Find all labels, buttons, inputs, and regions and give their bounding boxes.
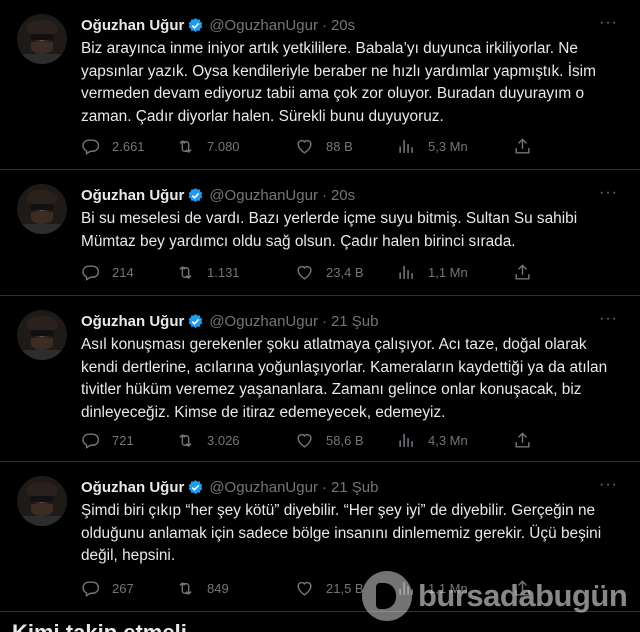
author-handle[interactable]: @OguzhanUgur [209, 313, 318, 330]
author-name[interactable]: Oğuzhan Uğur [81, 187, 184, 204]
retweet-icon [179, 433, 192, 447]
watermark-logo-icon [362, 571, 412, 621]
share-icon [515, 137, 530, 154]
views-icon [399, 139, 413, 153]
tweet[interactable]: Oğuzhan Uğur @OguzhanUgur · 20s ··· Bi s… [0, 170, 640, 296]
reply-count: 267 [112, 580, 134, 596]
views-button[interactable]: 1,1 Mn [397, 261, 468, 283]
watermark: bursadabugün [362, 566, 628, 626]
tweet-actions: 214 1.131 23,4 B 1,1 Mn [81, 261, 541, 283]
tweet-actions: 721 3.026 58,6 B 4,3 Mn [81, 429, 541, 451]
views-icon [399, 265, 413, 279]
who-to-follow-heading: Kimi takip etmeli [12, 620, 187, 632]
author-name[interactable]: Oğuzhan Uğur [81, 479, 184, 496]
like-count: 58,6 B [326, 432, 364, 448]
author-name[interactable]: Oğuzhan Uğur [81, 17, 184, 34]
retweet-icon [179, 265, 192, 279]
retweet-button[interactable]: 3.026 [176, 429, 240, 451]
reply-icon [82, 264, 100, 281]
views-button[interactable]: 5,3 Mn [397, 135, 468, 157]
view-count: 4,3 Mn [428, 432, 468, 448]
like-button[interactable]: 58,6 B [295, 429, 364, 451]
retweet-button[interactable]: 1.131 [176, 261, 240, 283]
author-handle[interactable]: @OguzhanUgur [209, 479, 318, 496]
like-button[interactable]: 23,4 B [295, 261, 364, 283]
verified-badge-icon [189, 479, 203, 494]
verified-badge-icon [189, 313, 203, 328]
reply-icon [82, 432, 100, 449]
like-count: 21,5 B [326, 580, 364, 596]
reply-button[interactable]: 214 [81, 261, 134, 283]
retweet-button[interactable]: 7.080 [176, 135, 240, 157]
like-icon [297, 139, 312, 154]
share-button[interactable] [513, 261, 532, 283]
like-icon [297, 581, 312, 596]
avatar[interactable] [17, 310, 67, 360]
retweet-count: 849 [207, 580, 229, 596]
tweet-text: Şimdi biri çıkıp “her şey kötü” diyebili… [81, 502, 602, 565]
view-count: 5,3 Mn [428, 138, 468, 154]
watermark-text: bursadabugün [418, 578, 628, 613]
retweet-button[interactable]: 849 [176, 577, 229, 599]
avatar[interactable] [17, 14, 67, 64]
like-count: 23,4 B [326, 264, 364, 280]
like-count: 88 B [326, 138, 353, 154]
share-button[interactable] [513, 429, 532, 451]
reply-icon [82, 138, 100, 155]
tweet-header: Oğuzhan Uğur @OguzhanUgur · 21 Şub [81, 311, 379, 331]
verified-badge-icon [189, 187, 203, 202]
more-icon[interactable]: ··· [599, 14, 618, 32]
reply-count: 721 [112, 432, 134, 448]
retweet-count: 1.131 [207, 264, 240, 280]
tweet-header: Oğuzhan Uğur @OguzhanUgur · 20s [81, 15, 355, 35]
timestamp[interactable]: 20s [331, 17, 355, 34]
reply-count: 214 [112, 264, 134, 280]
tweet[interactable]: Oğuzhan Uğur @OguzhanUgur · 21 Şub ··· A… [0, 296, 640, 462]
separator: · [321, 16, 327, 34]
author-handle[interactable]: @OguzhanUgur [209, 17, 318, 34]
tweet-text: Asıl konuşması gerekenler şoku atlatmaya… [81, 336, 608, 421]
avatar[interactable] [17, 476, 67, 526]
view-count: 1,1 Mn [428, 264, 468, 280]
retweet-icon [179, 139, 192, 153]
reply-icon [82, 580, 100, 597]
timestamp[interactable]: 20s [331, 187, 355, 204]
reply-count: 2.661 [112, 138, 145, 154]
retweet-count: 7.080 [207, 138, 240, 154]
separator: · [321, 186, 327, 204]
reply-button[interactable]: 267 [81, 577, 134, 599]
like-button[interactable]: 21,5 B [295, 577, 364, 599]
like-icon [297, 265, 312, 280]
views-button[interactable]: 4,3 Mn [397, 429, 468, 451]
tweet[interactable]: Oğuzhan Uğur @OguzhanUgur · 20s ··· Biz … [0, 0, 640, 170]
share-icon [515, 431, 530, 448]
tweet-header: Oğuzhan Uğur @OguzhanUgur · 21 Şub [81, 477, 379, 497]
timestamp[interactable]: 21 Şub [331, 313, 379, 330]
tweet-text: Bi su meselesi de vardı. Bazı yerlerde i… [81, 210, 578, 250]
avatar[interactable] [17, 184, 67, 234]
more-icon[interactable]: ··· [599, 310, 618, 328]
timestamp[interactable]: 21 Şub [331, 479, 379, 496]
retweet-icon [179, 581, 192, 595]
retweet-count: 3.026 [207, 432, 240, 448]
verified-badge-icon [189, 17, 203, 32]
more-icon[interactable]: ··· [599, 184, 618, 202]
author-handle[interactable]: @OguzhanUgur [209, 187, 318, 204]
views-icon [399, 433, 413, 447]
separator: · [321, 312, 327, 330]
more-icon[interactable]: ··· [599, 476, 618, 494]
reply-button[interactable]: 2.661 [81, 135, 145, 157]
like-icon [297, 433, 312, 448]
share-button[interactable] [513, 135, 532, 157]
separator: · [321, 478, 327, 496]
tweet-actions: 2.661 7.080 88 B 5,3 Mn [81, 135, 541, 157]
tweet-header: Oğuzhan Uğur @OguzhanUgur · 20s [81, 185, 355, 205]
share-icon [515, 263, 530, 280]
reply-button[interactable]: 721 [81, 429, 134, 451]
tweet-text: Biz arayınca inme iniyor artık yetkilile… [81, 40, 596, 125]
author-name[interactable]: Oğuzhan Uğur [81, 313, 184, 330]
like-button[interactable]: 88 B [295, 135, 353, 157]
